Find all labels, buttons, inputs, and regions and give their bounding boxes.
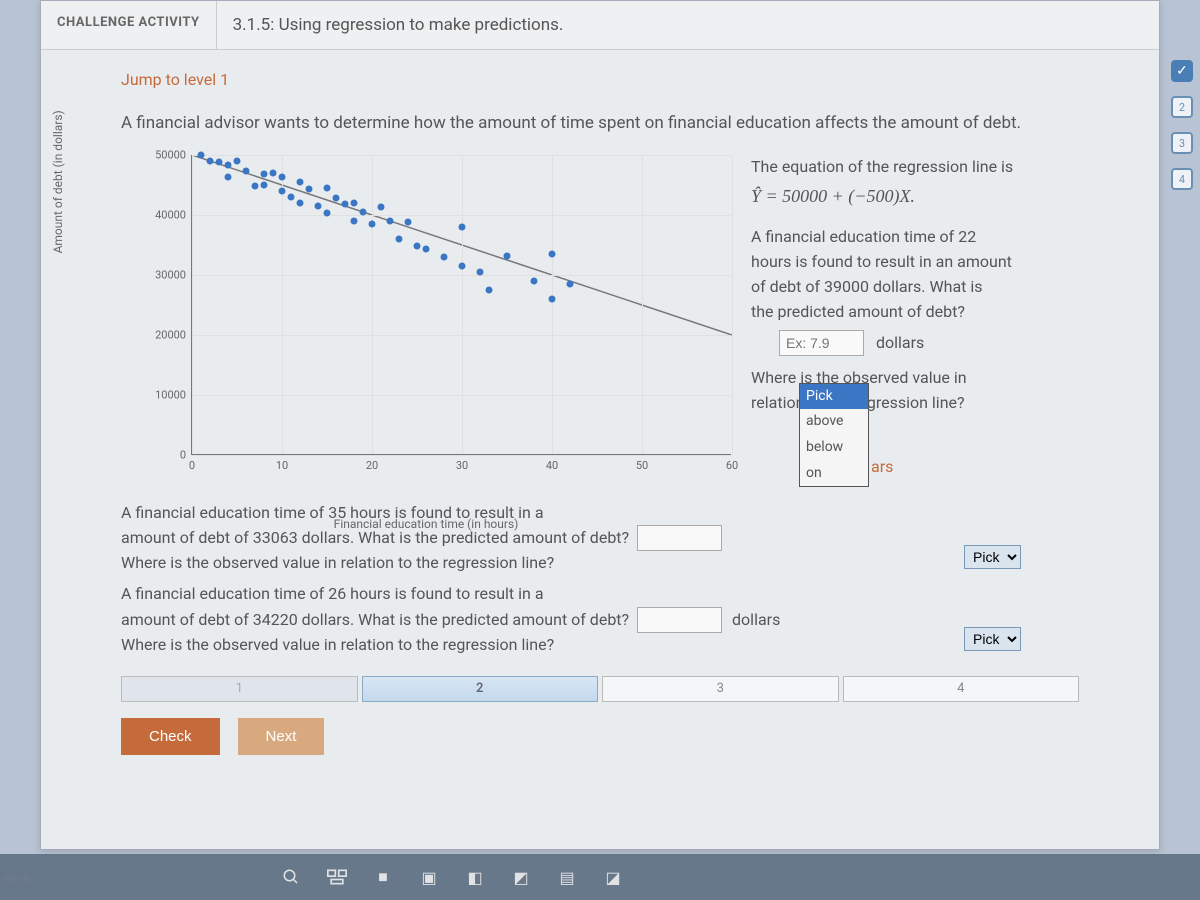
- data-point: [315, 202, 322, 209]
- partial-text-ars: ars: [871, 455, 893, 480]
- content: Jump to level 1 A financial advisor want…: [41, 50, 1159, 775]
- data-point: [216, 158, 223, 165]
- data-point: [441, 253, 448, 260]
- progress-row: 1 2 3 4: [121, 676, 1079, 702]
- data-point: [252, 182, 259, 189]
- problem-intro: A financial advisor wants to determine h…: [121, 111, 1079, 137]
- data-point: [324, 184, 331, 191]
- below-chart-questions: A financial education time of 35 hours i…: [121, 501, 1079, 658]
- data-point: [270, 169, 277, 176]
- step-1-done[interactable]: ✓: [1171, 60, 1193, 82]
- progress-4[interactable]: 4: [843, 676, 1080, 702]
- regression-equation: Ŷ = 50000 + (−500)X.: [751, 183, 1079, 211]
- data-point: [333, 194, 340, 201]
- progress-3[interactable]: 3: [602, 676, 839, 702]
- scatter-chart: 010203040506001000020000300004000050000: [191, 155, 731, 455]
- q2-pick-select[interactable]: Pick: [964, 545, 1021, 569]
- check-icon: ✓: [1176, 63, 1188, 79]
- data-point: [369, 220, 376, 227]
- data-point: [351, 217, 358, 224]
- data-point: [477, 268, 484, 275]
- windows-taskbar[interactable]: ■ ▣ ◧ ◩ ▤ ◪: [0, 854, 1200, 900]
- data-point: [297, 199, 304, 206]
- data-point: [225, 174, 232, 181]
- data-point: [279, 187, 286, 194]
- y-axis-label: Amount of debt (in dollars): [51, 110, 65, 253]
- q2-predicted-input[interactable]: [637, 525, 722, 551]
- data-point: [261, 170, 268, 177]
- jump-to-level-link[interactable]: Jump to level 1: [121, 70, 1079, 89]
- data-point: [360, 208, 367, 215]
- x-axis-label: Financial education time (in hours): [334, 517, 519, 531]
- data-point: [459, 223, 466, 230]
- step-3[interactable]: 3: [1171, 132, 1193, 154]
- data-point: [414, 242, 421, 249]
- data-point: [306, 186, 313, 193]
- q1-pick-dropdown-open[interactable]: Pick above below on: [799, 383, 869, 488]
- data-point: [288, 193, 295, 200]
- data-point: [486, 286, 493, 293]
- task-view-icon[interactable]: [326, 866, 348, 888]
- q1-text: A financial education time of 22 hours i…: [751, 225, 1079, 324]
- data-point: [378, 204, 385, 211]
- step-4[interactable]: 4: [1171, 168, 1193, 190]
- data-point: [234, 157, 241, 164]
- step-2[interactable]: 2: [1171, 96, 1193, 118]
- progress-1[interactable]: 1: [121, 676, 358, 702]
- app-icon-2[interactable]: ▣: [418, 866, 440, 888]
- activity-page: CHALLENGE ACTIVITY 3.1.5: Using regressi…: [40, 0, 1160, 850]
- next-button[interactable]: Next: [238, 718, 325, 755]
- challenge-tag: CHALLENGE ACTIVITY: [41, 1, 217, 49]
- q1-predicted-input[interactable]: [779, 330, 864, 356]
- data-point: [297, 178, 304, 185]
- app-icon-3[interactable]: ◧: [464, 866, 486, 888]
- data-point: [324, 210, 331, 217]
- data-point: [504, 253, 511, 260]
- data-point: [423, 246, 430, 253]
- pick-option-above[interactable]: above: [800, 409, 868, 435]
- data-point: [342, 200, 349, 207]
- data-point: [396, 235, 403, 242]
- q3-pick-select[interactable]: Pick: [964, 627, 1021, 651]
- pick-option-on[interactable]: on: [800, 461, 868, 487]
- data-point: [531, 277, 538, 284]
- dollars-label: dollars: [876, 333, 924, 352]
- data-point: [261, 181, 268, 188]
- data-point: [405, 218, 412, 225]
- app-icon-5[interactable]: ▤: [556, 866, 578, 888]
- progress-2[interactable]: 2: [362, 676, 599, 702]
- check-button[interactable]: Check: [121, 718, 220, 755]
- data-point: [549, 295, 556, 302]
- data-point: [207, 157, 214, 164]
- dollars-label-2: dollars: [732, 610, 780, 629]
- search-icon[interactable]: [280, 866, 302, 888]
- q3-predicted-input[interactable]: [637, 607, 722, 633]
- data-point: [243, 168, 250, 175]
- data-point: [459, 262, 466, 269]
- app-icon-4[interactable]: ◩: [510, 866, 532, 888]
- data-point: [225, 162, 232, 169]
- activity-title: 3.1.5: Using regression to make predicti…: [217, 1, 580, 49]
- data-point: [198, 151, 205, 158]
- data-point: [279, 174, 286, 181]
- data-point: [387, 217, 394, 224]
- step-indicator-column: ✓ 2 3 4: [1171, 60, 1193, 190]
- data-point: [567, 280, 574, 287]
- chart-area: Amount of debt (in dollars) 010203040506…: [121, 155, 731, 495]
- header-bar: CHALLENGE ACTIVITY 3.1.5: Using regressi…: [41, 1, 1159, 50]
- equation-intro: The equation of the regression line is: [751, 155, 1079, 180]
- data-point: [351, 199, 358, 206]
- pick-option-pick[interactable]: Pick: [800, 384, 868, 410]
- app-icon-1[interactable]: ■: [372, 866, 394, 888]
- pick-option-below[interactable]: below: [800, 435, 868, 461]
- app-icon-6[interactable]: ◪: [602, 866, 624, 888]
- data-point: [549, 250, 556, 257]
- right-column: The equation of the regression line is Ŷ…: [751, 155, 1079, 495]
